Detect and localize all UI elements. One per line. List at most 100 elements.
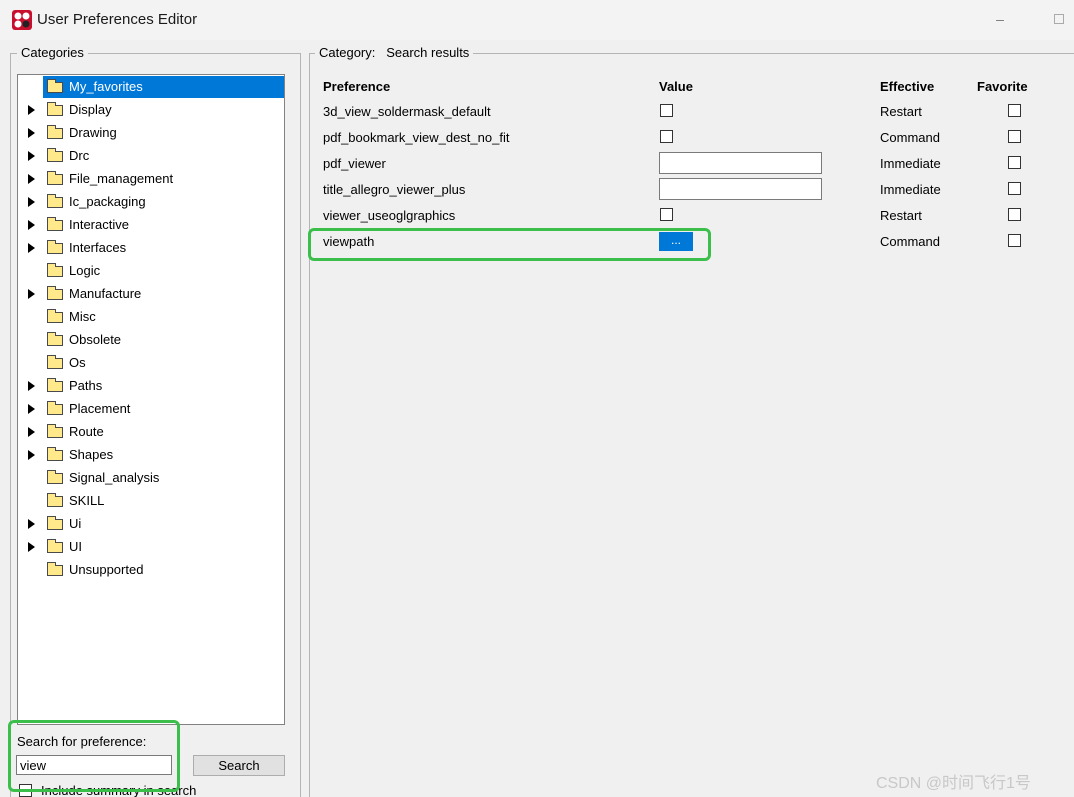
favorite-checkbox[interactable]	[1008, 182, 1021, 195]
preference-name: viewer_useoglgraphics	[323, 208, 456, 223]
favorite-checkbox[interactable]	[1008, 156, 1021, 169]
tree-item[interactable]: Drc	[18, 145, 284, 167]
category-label: Category:	[319, 45, 376, 60]
tree-item[interactable]: Os	[18, 352, 284, 374]
preference-name: title_allegro_viewer_plus	[323, 182, 466, 197]
favorite-checkbox[interactable]	[1008, 104, 1021, 117]
expand-arrow-icon[interactable]	[28, 105, 35, 115]
preference-name: 3d_view_soldermask_default	[323, 104, 491, 119]
tree-item-label: Interfaces	[69, 240, 127, 255]
tree-item[interactable]: Ui	[18, 513, 284, 535]
tree-item[interactable]: Route	[18, 421, 284, 443]
tree-item[interactable]: SKILL	[18, 490, 284, 512]
tree-item-label: Ic_packaging	[69, 194, 146, 209]
tree-item[interactable]: Placement	[18, 398, 284, 420]
value-text-field[interactable]	[659, 178, 822, 200]
tree-item-label: My_favorites	[69, 79, 143, 94]
value-checkbox[interactable]	[660, 208, 673, 221]
tree-item[interactable]: Unsupported	[18, 559, 284, 581]
tree-item[interactable]: My_favorites	[43, 76, 284, 98]
folder-icon	[47, 309, 63, 323]
tree-item-label: Drawing	[69, 125, 117, 140]
tree-item[interactable]: Ic_packaging	[18, 191, 284, 213]
expand-arrow-icon[interactable]	[28, 151, 35, 161]
tree-item[interactable]: Drawing	[18, 122, 284, 144]
tree-item-label: Os	[69, 355, 86, 370]
maximize-button[interactable]	[1049, 8, 1069, 30]
folder-icon	[47, 401, 63, 415]
minimize-button[interactable]: –	[990, 8, 1010, 30]
tree-item[interactable]: File_management	[18, 168, 284, 190]
effective-value: Command	[880, 234, 940, 249]
tree-item[interactable]: Misc	[18, 306, 284, 328]
tree-item-label: Signal_analysis	[69, 470, 160, 485]
tree-item[interactable]: Signal_analysis	[18, 467, 284, 489]
folder-icon	[47, 148, 63, 162]
effective-value: Restart	[880, 104, 922, 119]
favorite-checkbox[interactable]	[1008, 208, 1021, 221]
effective-value: Immediate	[880, 156, 941, 171]
search-button[interactable]: Search	[193, 755, 285, 776]
expand-arrow-icon[interactable]	[28, 381, 35, 391]
expand-arrow-icon[interactable]	[28, 404, 35, 414]
value-checkbox[interactable]	[660, 104, 673, 117]
value-text-field[interactable]	[659, 152, 822, 174]
expand-arrow-icon[interactable]	[28, 197, 35, 207]
results-legend: Category: Search results	[315, 45, 474, 60]
preference-name: pdf_viewer	[323, 156, 386, 171]
tree-item-label: Shapes	[69, 447, 114, 462]
preference-name: pdf_bookmark_view_dest_no_fit	[323, 130, 510, 145]
expand-arrow-icon[interactable]	[28, 542, 35, 552]
expand-arrow-icon[interactable]	[28, 519, 35, 529]
folder-icon	[47, 217, 63, 231]
tree-item[interactable]: Logic	[18, 260, 284, 282]
tree-item-label: Obsolete	[69, 332, 122, 347]
tree-item-label: Drc	[69, 148, 90, 163]
expand-arrow-icon[interactable]	[28, 174, 35, 184]
viewpath-highlight-frame	[308, 228, 711, 261]
tree-item[interactable]: Manufacture	[18, 283, 284, 305]
folder-icon	[47, 286, 63, 300]
tree-item-label: File_management	[69, 171, 174, 186]
folder-icon	[47, 562, 63, 576]
app-logo-icon	[12, 10, 32, 30]
folder-icon	[47, 378, 63, 392]
effective-value: Immediate	[880, 182, 941, 197]
tree-item[interactable]: Paths	[18, 375, 284, 397]
expand-arrow-icon[interactable]	[28, 243, 35, 253]
tree-item-label: UI	[69, 539, 82, 554]
tree-item-label: Interactive	[69, 217, 129, 232]
tree-item-label: Manufacture	[69, 286, 142, 301]
expand-arrow-icon[interactable]	[28, 220, 35, 230]
tree-item[interactable]: UI	[18, 536, 284, 558]
tree-item[interactable]: Interfaces	[18, 237, 284, 259]
title-bar: User Preferences Editor –	[0, 0, 1074, 40]
tree-item-label: Paths	[69, 378, 103, 393]
tree-item[interactable]: Interactive	[18, 214, 284, 236]
folder-icon	[47, 493, 63, 507]
tree-item[interactable]: Display	[18, 99, 284, 121]
folder-icon	[47, 332, 63, 346]
tree-item-label: Logic	[69, 263, 101, 278]
expand-arrow-icon[interactable]	[28, 128, 35, 138]
category-value: Search results	[386, 45, 470, 60]
column-header-favorite: Favorite	[977, 79, 1028, 94]
folder-icon	[47, 263, 63, 277]
expand-arrow-icon[interactable]	[28, 427, 35, 437]
expand-arrow-icon[interactable]	[28, 450, 35, 460]
folder-icon	[47, 447, 63, 461]
tree-item[interactable]: Obsolete	[18, 329, 284, 351]
folder-icon	[47, 424, 63, 438]
folder-icon	[47, 102, 63, 116]
favorite-checkbox[interactable]	[1008, 130, 1021, 143]
folder-icon	[47, 79, 63, 93]
category-tree[interactable]: My_favorites Display Drawing Drc File_manage…	[17, 74, 285, 725]
folder-icon	[47, 516, 63, 530]
tree-item[interactable]: Shapes	[18, 444, 284, 466]
tree-item-label: Ui	[69, 516, 82, 531]
tree-item-label: SKILL	[69, 493, 105, 508]
favorite-checkbox[interactable]	[1008, 234, 1021, 247]
maximize-icon	[1054, 14, 1064, 24]
value-checkbox[interactable]	[660, 130, 673, 143]
expand-arrow-icon[interactable]	[28, 289, 35, 299]
